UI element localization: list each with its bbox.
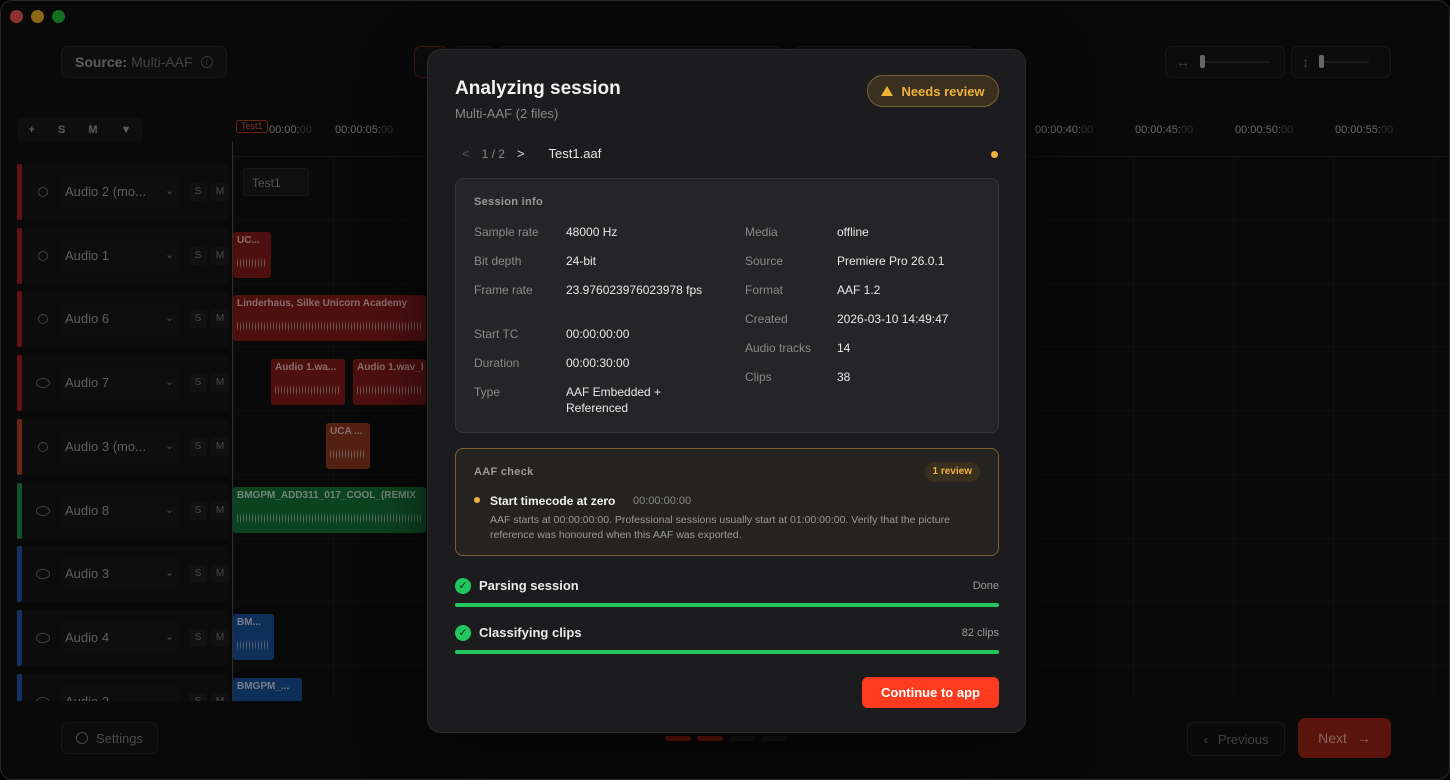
info-value: AAF 1.2 (837, 283, 881, 297)
info-value: 38 (837, 370, 851, 384)
info-value: 00:00:00:00 (566, 327, 630, 341)
info-value: 14 (837, 341, 851, 355)
analyzing-session-dialog: Analyzing session Multi-AAF (2 files) Ne… (427, 49, 1026, 733)
aaf-check-heading: AAF check (474, 466, 534, 478)
info-key: Media (745, 225, 778, 239)
needs-review-badge: Needs review (867, 75, 999, 107)
continue-to-app-button[interactable]: Continue to app (862, 677, 999, 708)
info-key: Created (745, 312, 788, 326)
check-item-description: AAF starts at 00:00:00:00. Professional … (490, 514, 950, 541)
info-value: 24-bit (566, 254, 597, 268)
chevron-right-icon[interactable]: > (517, 146, 525, 161)
info-key: Start TC (474, 327, 519, 341)
info-value: AAF Embedded + Referenced (566, 385, 662, 415)
review-count-badge: 1 review (924, 462, 980, 482)
info-key: Clips (745, 370, 772, 384)
file-status-dot (991, 151, 998, 158)
info-value: 23.976023976023978 fps (566, 283, 703, 297)
progress-label: Parsing session (479, 578, 579, 593)
file-name: Test1.aaf (548, 146, 602, 161)
check-circle-icon: ✓ (455, 625, 471, 641)
info-key: Frame rate (474, 283, 533, 297)
progress-status: Done (972, 580, 999, 592)
warning-icon (881, 86, 894, 96)
dialog-title: Analyzing session (455, 78, 621, 99)
session-info-heading: Session info (474, 196, 543, 208)
warning-dot (474, 497, 480, 503)
file-navigator: < 1 / 2 > Test1.aaf (462, 146, 601, 161)
info-value: Premiere Pro 26.0.1 (837, 254, 945, 268)
info-value: offline (837, 225, 869, 239)
info-value: 48000 Hz (566, 225, 618, 239)
progress-status: 82 clips (961, 627, 999, 639)
info-key: Bit depth (474, 254, 522, 268)
info-key: Sample rate (474, 225, 539, 239)
info-key: Duration (474, 356, 520, 370)
check-item-title: Start timecode at zero (490, 494, 616, 508)
session-info-card: Session info Sample rate 48000 Hz Bit dep… (455, 178, 999, 433)
progress-bar (455, 650, 999, 654)
info-value: 2026-03-10 14:49:47 (837, 312, 949, 326)
chevron-left-icon[interactable]: < (462, 146, 470, 161)
needs-review-label: Needs review (901, 83, 985, 99)
info-value: 00:00:30:00 (566, 356, 630, 370)
dialog-subtitle: Multi-AAF (2 files) (455, 106, 559, 121)
check-item-timecode: 00:00:00:00 (633, 495, 692, 507)
progress-bar (455, 603, 999, 607)
info-key: Type (474, 385, 501, 399)
info-key: Format (745, 283, 784, 297)
check-circle-icon: ✓ (455, 578, 471, 594)
info-key: Source (745, 254, 784, 268)
aaf-check-card: AAF check 1 review Start timecode at zer… (455, 448, 999, 556)
progress-label: Classifying clips (479, 625, 582, 640)
file-position: 1 / 2 (481, 146, 505, 161)
app-window: Source: Multi-AAF i ↔ ↕ + S M ▼ 00:00:00… (0, 0, 1450, 780)
info-key: Audio tracks (745, 341, 812, 355)
